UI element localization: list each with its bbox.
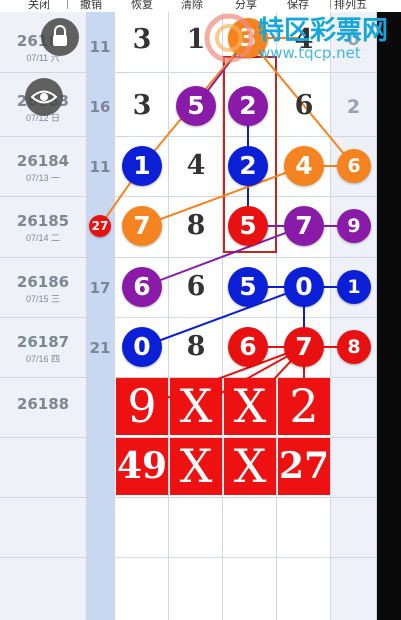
eye-button[interactable] [25, 78, 63, 116]
watermark-name: 特区彩票网 [258, 16, 389, 46]
watermark-logo-icon [204, 13, 254, 63]
prediction-cell[interactable]: X [224, 438, 276, 495]
issue-label: 26184 07/13 一 [0, 152, 86, 184]
issue-number: 26186 [16, 273, 70, 291]
purple-ball-side[interactable]: 9 [337, 209, 371, 243]
issue-date: 07/16 四 [25, 354, 61, 364]
red-ball[interactable]: 6 [228, 327, 268, 367]
red-ball[interactable]: 5 [228, 206, 268, 246]
grid-number[interactable]: 3 [115, 90, 169, 121]
red-ball-side[interactable]: 8 [337, 330, 371, 364]
issue-date: 07/13 一 [25, 173, 61, 183]
grid-number[interactable]: 8 [169, 210, 223, 241]
issue-label: 26186 07/15 三 [0, 273, 86, 305]
prediction-cell[interactable]: 9 [116, 378, 168, 435]
side-number[interactable]: 2 [331, 96, 376, 118]
miss-value: 11 [89, 158, 111, 176]
orange-ball[interactable]: 7 [122, 206, 162, 246]
grid-number[interactable]: 8 [169, 331, 223, 362]
purple-ball[interactable]: 6 [122, 267, 162, 307]
prediction-cell[interactable]: 2 [278, 378, 330, 435]
purple-ball[interactable]: 7 [284, 206, 324, 246]
blue-ball[interactable]: 5 [228, 267, 268, 307]
grid-number[interactable]: 6 [169, 271, 223, 302]
red-ball[interactable]: 7 [284, 327, 324, 367]
issue-number: 26187 [16, 333, 70, 351]
watermark-url: www.tqcp.net [258, 44, 361, 62]
issue-label: 26187 07/16 四 [0, 333, 86, 365]
issue-label: 26185 07/14 二 [0, 212, 86, 244]
issue-number: 26184 [16, 152, 70, 170]
issue-date: 07/14 二 [25, 233, 61, 243]
toolbar-divider [67, 0, 68, 9]
clear-button[interactable]: 清除 [181, 0, 203, 12]
orange-ball[interactable]: 4 [284, 146, 324, 186]
prediction-cell[interactable]: X [224, 378, 276, 435]
blue-ball[interactable]: 1 [122, 146, 162, 186]
prediction-cell[interactable]: 49 [116, 438, 168, 495]
orange-ball-side[interactable]: 6 [337, 149, 371, 183]
grid-number[interactable]: 6 [277, 90, 331, 121]
prediction-cell[interactable]: 27 [278, 438, 330, 495]
grid-number[interactable]: 3 [115, 24, 169, 55]
undo-button[interactable]: 撤销 [80, 0, 102, 12]
miss-value: 17 [89, 279, 111, 297]
toolbar-divider [330, 0, 331, 9]
blue-ball[interactable]: 2 [228, 146, 268, 186]
blue-ball[interactable]: 0 [284, 267, 324, 307]
lock-icon [53, 25, 67, 46]
issue-number: 26188 [16, 395, 70, 413]
issue-number: 26185 [16, 212, 70, 230]
miss-value: 21 [89, 339, 111, 357]
eye-icon [30, 90, 58, 104]
purple-ball[interactable]: 5 [176, 86, 216, 126]
redo-button[interactable]: 恢复 [131, 0, 153, 12]
miss-ball: 27 [89, 215, 111, 237]
prediction-cell[interactable]: X [170, 378, 222, 435]
miss-value: 11 [89, 38, 111, 56]
prediction-cell[interactable]: X [170, 438, 222, 495]
purple-ball[interactable]: 2 [228, 86, 268, 126]
issue-date: 07/15 三 [25, 294, 61, 304]
blue-ball[interactable]: 0 [122, 327, 162, 367]
grid-number[interactable]: 4 [169, 150, 223, 181]
share-button[interactable]: 分享 [235, 0, 257, 12]
issue-label: 26188 [0, 395, 86, 413]
link-line [141, 286, 305, 348]
close-button[interactable]: 关闭 [28, 0, 50, 12]
blue-ball-side[interactable]: 1 [337, 270, 371, 304]
miss-value: 16 [89, 98, 111, 116]
lock-button[interactable] [41, 18, 79, 56]
